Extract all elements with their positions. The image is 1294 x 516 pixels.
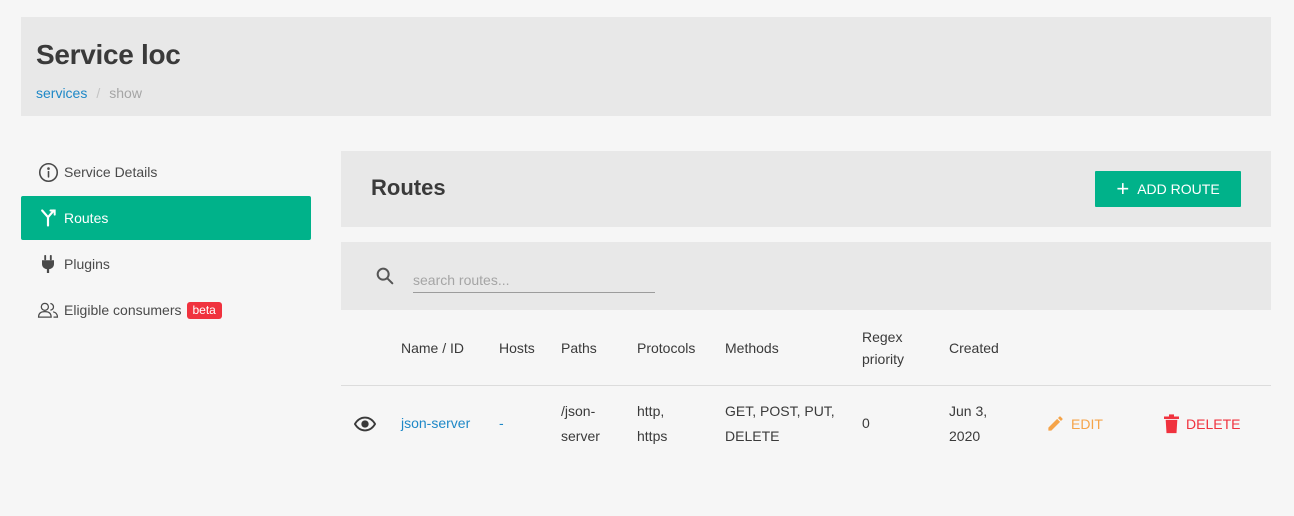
- route-hosts: -: [499, 415, 504, 431]
- trash-icon: [1164, 414, 1179, 434]
- beta-badge: beta: [186, 301, 222, 319]
- plus-icon: +: [1116, 176, 1130, 201]
- column-header-protocols: Protocols: [637, 340, 696, 356]
- search-routes-input[interactable]: [413, 266, 655, 293]
- breadcrumb-services-link[interactable]: services: [36, 85, 87, 101]
- route-paths: /json-server: [561, 403, 600, 444]
- info-icon: [37, 161, 59, 183]
- route-methods: GET, POST, PUT, DELETE: [725, 403, 835, 444]
- pencil-icon: [1048, 416, 1063, 431]
- routes-table: Name / ID Hosts Paths Protocols Methods …: [341, 310, 1271, 462]
- users-icon: [37, 299, 59, 321]
- sidebar-item-label: Eligible consumers: [64, 302, 182, 318]
- sidebar-item-label: Service Details: [64, 164, 158, 180]
- delete-route-button[interactable]: DELETE: [1163, 414, 1240, 434]
- sidebar-item-label: Plugins: [64, 256, 110, 272]
- route-regex-priority: 0: [862, 415, 870, 431]
- sidebar-item-eligible-consumers[interactable]: Eligible consumers beta: [21, 288, 311, 332]
- column-header-name: Name / ID: [401, 340, 465, 356]
- routes-title: Routes: [371, 175, 446, 200]
- route-created: Jun 3, 2020: [949, 403, 988, 444]
- view-eye-icon[interactable]: [353, 416, 377, 437]
- plug-icon: [37, 253, 59, 275]
- column-header-regex-priority: Regex priority: [862, 329, 905, 367]
- edit-route-button[interactable]: EDIT: [1046, 414, 1103, 433]
- route-name-link[interactable]: json-server: [401, 411, 470, 436]
- breadcrumb-separator: /: [96, 85, 101, 101]
- page-header: Service loc services / show: [21, 17, 1271, 116]
- route-protocols: http, https: [637, 403, 668, 444]
- sidebar-nav: Service Details Routes Plugins Eligible …: [21, 150, 311, 334]
- column-header-hosts: Hosts: [499, 340, 535, 356]
- column-header-paths: Paths: [561, 340, 597, 356]
- table-header-row: Name / ID Hosts Paths Protocols Methods …: [341, 310, 1271, 386]
- breadcrumb: services / show: [36, 85, 142, 101]
- add-route-label: ADD ROUTE: [1137, 181, 1220, 197]
- breadcrumb-current: show: [109, 85, 142, 101]
- sidebar-item-routes[interactable]: Routes: [21, 196, 311, 240]
- routes-header: Routes + ADD ROUTE: [341, 151, 1271, 227]
- delete-label: DELETE: [1186, 416, 1241, 432]
- page-title: Service loc: [36, 39, 181, 70]
- search-bar: [341, 242, 1271, 310]
- table-row: json-server - /json-server http, https G…: [341, 386, 1271, 462]
- sidebar-item-service-details[interactable]: Service Details: [21, 150, 311, 194]
- column-header-created: Created: [949, 340, 999, 356]
- add-route-button[interactable]: + ADD ROUTE: [1095, 171, 1241, 207]
- edit-label: EDIT: [1071, 415, 1103, 432]
- search-icon: [374, 265, 396, 292]
- sidebar-item-plugins[interactable]: Plugins: [21, 242, 311, 286]
- routes-icon: [37, 207, 59, 229]
- column-header-methods: Methods: [725, 340, 779, 356]
- sidebar-item-label: Routes: [64, 210, 109, 226]
